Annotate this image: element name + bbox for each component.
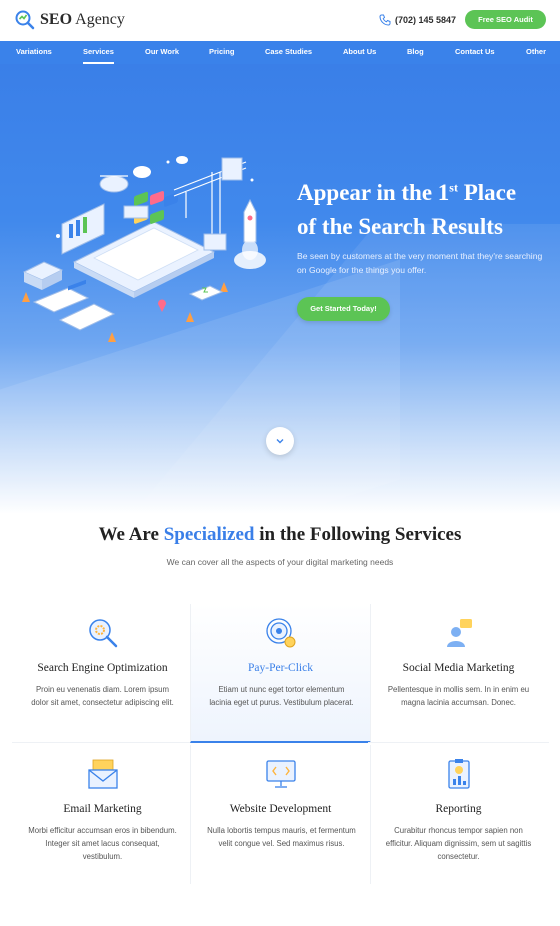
rocket-illustration — [234, 198, 266, 269]
nav-item-pricing[interactable]: Pricing — [209, 41, 234, 64]
nav-item-contact-us[interactable]: Contact Us — [455, 41, 495, 64]
cloud — [176, 156, 188, 164]
nav-item-variations[interactable]: Variations — [16, 41, 52, 64]
service-description: Morbi efficitur accumsan eros in bibendu… — [28, 826, 177, 861]
nav-item-our-work[interactable]: Our Work — [145, 41, 179, 64]
services-title: We Are Specialized in the Following Serv… — [98, 524, 462, 545]
person-chat-icon — [446, 619, 472, 647]
magnifier-gear-icon — [88, 619, 117, 648]
chart-board — [61, 203, 105, 255]
traffic-cone — [220, 282, 228, 292]
chevron-down-icon — [276, 439, 284, 444]
nav-item-case-studies[interactable]: Case Studies — [265, 41, 312, 64]
nav-item-other[interactable]: Other — [526, 41, 546, 64]
phone-contact[interactable]: (702) 145 5847 — [379, 14, 456, 26]
building-block — [203, 233, 227, 251]
card-illustration — [58, 303, 116, 331]
traffic-cone — [108, 332, 116, 342]
service-description: Curabitur rhoncus tempor sapien non effi… — [385, 826, 532, 861]
service-title: Website Development — [229, 803, 332, 815]
service-description: Pellentesque in mollis sem. In in enim e… — [387, 685, 530, 707]
nav-item-about-us[interactable]: About Us — [343, 41, 376, 64]
traffic-cone — [22, 292, 30, 302]
phone-number: (702) 145 5847 — [395, 15, 457, 25]
logo-text: SEO Agency — [40, 11, 125, 28]
map-pin — [158, 299, 166, 312]
service-card-social-media[interactable]: Social Media Marketing Pellentesque in m… — [368, 604, 549, 743]
monitor-code-icon — [265, 760, 296, 788]
hero-subtitle: Be seen by customers at the very moment … — [297, 251, 543, 275]
envelope-icon — [87, 759, 118, 789]
hero-title: Appear in the 1st Place of the Search Res… — [297, 180, 517, 239]
clipboard-chart-icon — [447, 759, 470, 789]
server-block — [221, 157, 243, 181]
service-card-reporting[interactable]: Reporting Curabitur rhoncus tempor sapie… — [368, 745, 549, 884]
main-nav: Variations Services Our Work Pricing Cas… — [0, 41, 560, 64]
get-started-button[interactable]: Get Started Today! — [297, 297, 390, 321]
target-coin-icon — [265, 618, 295, 648]
traffic-cone — [186, 312, 194, 322]
services-grid: Search Engine Optimization Proin eu vene… — [12, 604, 549, 884]
service-description: Nulla lobortis tempus mauris, et ferment… — [207, 826, 356, 848]
service-description: Etiam ut nunc eget tortor elementum laci… — [209, 685, 354, 707]
service-card-ppc[interactable]: Pay-Per-Click Etiam ut nunc eget tortor … — [190, 604, 371, 743]
logo-magnifier-icon — [15, 10, 35, 30]
services-subtitle: We can cover all the aspects of your dig… — [166, 557, 394, 567]
service-title: Reporting — [435, 803, 482, 815]
nav-item-services[interactable]: Services — [83, 41, 114, 64]
service-title: Search Engine Optimization — [37, 662, 168, 674]
service-title: Email Marketing — [63, 803, 142, 815]
service-description: Proin eu venenatis diam. Lorem ipsum dol… — [31, 685, 174, 707]
cloud — [133, 166, 151, 178]
free-seo-audit-button[interactable]: Free SEO Audit — [465, 10, 546, 29]
service-card-web-dev[interactable]: Website Development Nulla lobortis tempu… — [190, 745, 371, 884]
scroll-down-button[interactable] — [266, 427, 294, 455]
hero-section: Appear in the 1st Place of the Search Res… — [0, 64, 560, 514]
logo[interactable]: SEO Agency — [14, 9, 125, 31]
drone-illustration — [99, 175, 129, 193]
service-card-seo[interactable]: Search Engine Optimization Proin eu vene… — [12, 604, 193, 743]
service-title: Social Media Marketing — [402, 662, 515, 674]
phone-icon — [379, 14, 391, 26]
stacked-blocks — [22, 261, 64, 290]
service-title: Pay-Per-Click — [248, 662, 313, 674]
isometric-seo-illustration — [22, 156, 266, 342]
card-illustration — [32, 287, 90, 313]
service-card-email[interactable]: Email Marketing Morbi efficitur accumsan… — [12, 745, 193, 884]
header: SEO Agency (702) 145 5847 Free SEO Audit — [0, 0, 560, 41]
truck-illustration — [123, 205, 149, 219]
nav-item-blog[interactable]: Blog — [407, 41, 424, 64]
